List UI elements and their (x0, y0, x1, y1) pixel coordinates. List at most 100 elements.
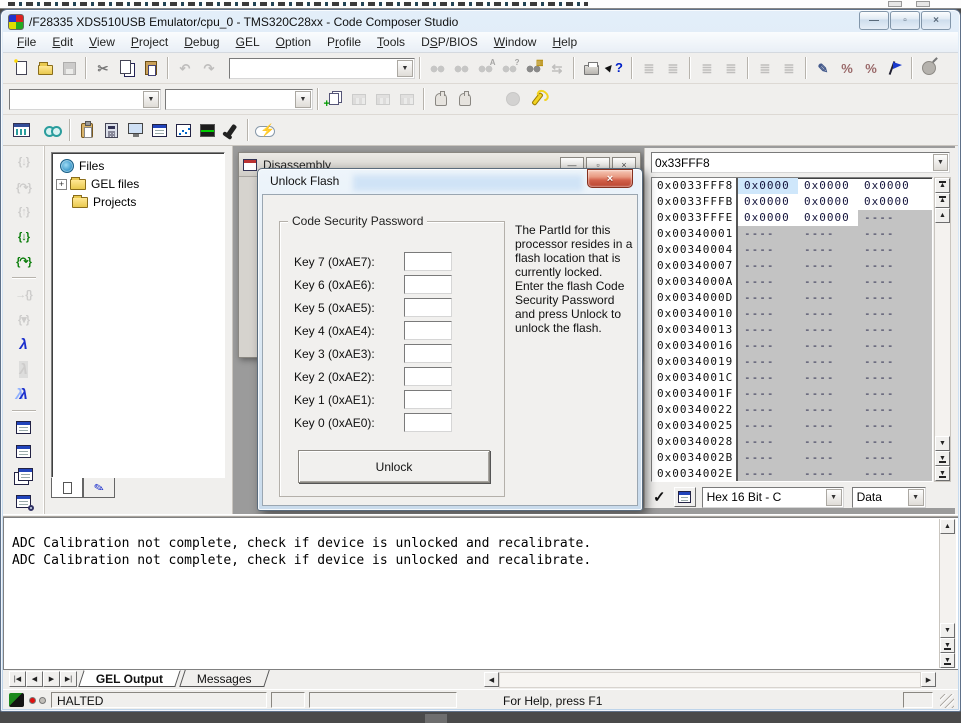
scroll-to-top-button[interactable]: ▲ (935, 178, 950, 193)
memory-cell[interactable]: ---- (738, 242, 798, 258)
memory-cell[interactable]: ---- (738, 466, 798, 481)
memory-cell[interactable]: ---- (858, 450, 918, 466)
memory-cell[interactable]: ---- (858, 434, 918, 450)
memory-cell[interactable]: ---- (858, 322, 918, 338)
memory-cell[interactable]: ---- (738, 338, 798, 354)
indent-button[interactable]: ≣ (661, 56, 685, 80)
find-previous-button[interactable] (449, 56, 473, 80)
print-button[interactable] (579, 56, 603, 80)
memory-cell[interactable]: ---- (858, 290, 918, 306)
memory-cell[interactable]: ---- (858, 466, 918, 481)
run-button[interactable]: λ (11, 332, 37, 357)
menu-edit[interactable]: Edit (44, 33, 81, 51)
first-tab-button[interactable]: |◀ (9, 671, 26, 687)
previous-tab-button[interactable]: ◀ (26, 671, 43, 687)
scroll-up-button[interactable]: ▲ (935, 208, 950, 223)
tab-messages[interactable]: Messages (179, 670, 270, 687)
key-input[interactable] (404, 321, 452, 340)
memory-cell[interactable]: ---- (738, 418, 798, 434)
step-into-button[interactable]: {↓} (11, 225, 37, 250)
scroll-to-bottom-button[interactable]: ▼ (940, 653, 955, 668)
memory-cell[interactable]: ---- (738, 370, 798, 386)
memory-row[interactable]: 0x00340022 ---- ---- ---- (652, 402, 932, 418)
memory-row[interactable]: 0x0034000D ---- ---- ---- (652, 290, 932, 306)
memory-cell[interactable]: ---- (798, 450, 858, 466)
scrollbar-track[interactable] (499, 672, 921, 688)
memory-cell[interactable]: ---- (858, 226, 918, 242)
memory-cell[interactable]: ---- (798, 274, 858, 290)
edit-marker-button[interactable]: ✎ (811, 56, 835, 80)
scroll-right-button[interactable]: ▶ (921, 672, 936, 687)
memory-cell[interactable]: ---- (798, 226, 858, 242)
memory-cell[interactable]: ---- (858, 418, 918, 434)
cascade-windows-button[interactable] (11, 464, 37, 489)
memory-cell[interactable]: ---- (798, 258, 858, 274)
profile-viewer-button[interactable] (9, 118, 33, 142)
last-tab-button[interactable]: ▶| (60, 671, 77, 687)
asm-step-over-button[interactable]: {↷} (11, 175, 37, 200)
dropdown-arrow-icon[interactable]: ▼ (932, 154, 948, 171)
menu-debug[interactable]: Debug (176, 33, 227, 51)
tools-button[interactable] (525, 87, 549, 111)
memory-window-button[interactable] (123, 118, 147, 142)
find-in-files-button[interactable]: ▥ (521, 56, 545, 80)
expand-plus-icon[interactable]: + (56, 178, 67, 190)
key-input[interactable] (404, 275, 452, 294)
memory-row[interactable]: 0x00340010 ---- ---- ---- (652, 306, 932, 322)
incremental-build-button[interactable] (347, 87, 371, 111)
next-tab-button[interactable]: ▶ (43, 671, 60, 687)
project-combobox[interactable]: ▼ (9, 88, 161, 110)
menu-help[interactable]: Help (544, 33, 585, 51)
rebuild-all-button[interactable] (371, 87, 395, 111)
asm-step-into-button[interactable]: {↓} (11, 150, 37, 175)
graph-window-button[interactable] (171, 118, 195, 142)
memory-type-combobox[interactable]: Data ▼ (851, 486, 926, 508)
memory-cell[interactable]: ---- (798, 322, 858, 338)
tree-item-gel-files[interactable]: + GEL files (54, 175, 222, 193)
memory-row[interactable]: 0x0034001F ---- ---- ---- (652, 386, 932, 402)
memory-row[interactable]: 0x00340007 ---- ---- ---- (652, 258, 932, 274)
memory-cell[interactable]: ---- (738, 258, 798, 274)
find-help-button[interactable]: ? (497, 56, 521, 80)
scroll-up-button[interactable]: ▲ (940, 519, 955, 534)
halt-runner-button[interactable]: λ (11, 357, 37, 382)
page-down-button[interactable]: ▼ (940, 638, 955, 653)
restore-button[interactable]: ▫ (890, 11, 920, 30)
memory-row[interactable]: 0x00340025 ---- ---- ---- (652, 418, 932, 434)
memory-row[interactable]: 0x00340013 ---- ---- ---- (652, 322, 932, 338)
dialog-close-button[interactable]: × (587, 169, 633, 188)
bookmarks-tab[interactable]: ✎ (83, 478, 115, 498)
context-help-button[interactable]: ▶ ? (603, 56, 627, 80)
memory-cell[interactable]: ---- (798, 386, 858, 402)
memory-cell[interactable]: 0x0000 (858, 194, 918, 210)
files-tab[interactable] (51, 478, 83, 498)
step-over-button[interactable]: {↷} (11, 249, 37, 274)
dropdown-arrow-icon[interactable]: ▼ (397, 59, 413, 77)
probe-point-button[interactable] (219, 118, 243, 142)
paste-button[interactable] (139, 56, 163, 80)
memory-cell[interactable]: ---- (798, 434, 858, 450)
output-scrollbar[interactable]: ▲ ▼ ▼ ▼ (939, 519, 956, 668)
key-input[interactable] (404, 390, 452, 409)
find-next-button[interactable] (425, 56, 449, 80)
memory-cell[interactable]: ---- (798, 402, 858, 418)
memory-cell[interactable]: ---- (798, 338, 858, 354)
memory-view-window-button[interactable] (11, 439, 37, 464)
memory-cell[interactable]: ---- (798, 290, 858, 306)
outdent-button[interactable]: ≣ (637, 56, 661, 80)
key-input[interactable] (404, 252, 452, 271)
profile-range-button[interactable]: % (859, 56, 883, 80)
cut-button[interactable]: ✂ (91, 56, 115, 80)
files-tree[interactable]: Files + GEL files Projects (51, 152, 225, 478)
menu-project[interactable]: Project (123, 33, 176, 51)
open-file-button[interactable] (33, 56, 57, 80)
watch-window-button[interactable] (41, 118, 65, 142)
memory-cell[interactable]: ---- (858, 274, 918, 290)
profile-point-button[interactable]: % (835, 56, 859, 80)
copy-button[interactable] (115, 56, 139, 80)
memory-cell[interactable]: 0x0000 (738, 210, 798, 226)
goto-marker-button[interactable] (917, 56, 941, 80)
unlock-flash-dialog[interactable]: Unlock Flash × Code Security Password Ke… (257, 168, 643, 511)
memory-address-input[interactable] (652, 153, 932, 172)
close-button[interactable]: × (921, 11, 951, 30)
